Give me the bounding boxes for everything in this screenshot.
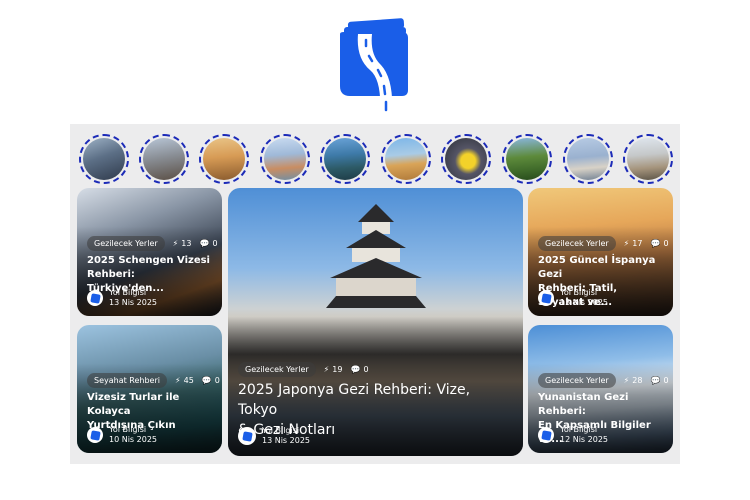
bolt-icon: ⚡ — [323, 365, 330, 374]
author-avatar — [87, 427, 103, 443]
harbor-story[interactable] — [260, 134, 310, 184]
book-road-logo-icon — [340, 18, 408, 114]
comment-icon: 💬 — [201, 376, 212, 385]
likes-count: ⚡ 13 — [172, 239, 192, 248]
author-name[interactable]: Yol Bilgisi — [560, 288, 608, 298]
article-card-japan[interactable]: Gezilecek Yerler ⚡ 19 💬 0 2025 Japonya Gez… — [228, 188, 523, 456]
category-tag[interactable]: Gezilecek Yerler — [238, 362, 316, 377]
author-avatar — [538, 427, 554, 443]
post-date: 13 Nis 2025 — [262, 436, 310, 445]
post-date: 12 Nis 2025 — [560, 435, 608, 444]
author-avatar — [87, 290, 103, 306]
city-story[interactable] — [139, 134, 189, 184]
post-date: 13 Nis 2025 — [560, 298, 608, 307]
article-card-greece[interactable]: Gezilecek Yerler ⚡ 28 💬 0 Yunanistan Gezi … — [528, 325, 673, 453]
post-date: 10 Nis 2025 — [109, 435, 157, 444]
author-name[interactable]: Yol Bilgisi — [262, 426, 310, 436]
category-tag[interactable]: Gezilecek Yerler — [538, 373, 616, 388]
likes-count: ⚡ 28 — [623, 376, 643, 385]
article-card-visa-free[interactable]: Seyahat Rehberi ⚡ 45 💬 0 Vizesiz Turlar il… — [77, 325, 222, 453]
comments-count: 💬 0 — [650, 239, 669, 248]
bolt-icon: ⚡ — [623, 376, 630, 385]
church-story[interactable] — [623, 134, 673, 184]
likes-count: ⚡ 17 — [623, 239, 643, 248]
comments-count: 💬 0 — [201, 376, 220, 385]
island-story[interactable] — [502, 134, 552, 184]
category-tag[interactable]: Seyahat Rehberi — [87, 373, 167, 388]
airport-story[interactable] — [79, 134, 129, 184]
article-card-schengen[interactable]: Gezilecek Yerler ⚡ 13 💬 0 2025 Schengen Vi… — [77, 188, 222, 316]
coast-story[interactable] — [320, 134, 370, 184]
author-avatar — [538, 290, 554, 306]
category-tag[interactable]: Gezilecek Yerler — [87, 236, 165, 251]
bolt-icon: ⚡ — [172, 239, 179, 248]
pyramids-story[interactable] — [381, 134, 431, 184]
comments-count: 💬 0 — [350, 365, 369, 374]
likes-count: ⚡ 45 — [175, 376, 194, 385]
comments-count: 💬 0 — [650, 376, 669, 385]
bolt-icon: ⚡ — [623, 239, 630, 248]
likes-count: ⚡ 19 — [323, 365, 343, 374]
category-tag[interactable]: Gezilecek Yerler — [538, 236, 616, 251]
author-name[interactable]: Yol Bilgisi — [560, 425, 608, 435]
comments-count: 💬 0 — [199, 239, 218, 248]
author-name[interactable]: Yol Bilgisi — [109, 425, 157, 435]
mosque-story[interactable] — [563, 134, 613, 184]
taxi-story[interactable] — [441, 134, 491, 184]
comment-icon: 💬 — [350, 365, 361, 374]
post-date: 13 Nis 2025 — [109, 298, 157, 307]
comment-icon: 💬 — [199, 239, 210, 248]
cathedral-story[interactable] — [199, 134, 249, 184]
comment-icon: 💬 — [650, 376, 661, 385]
author-avatar — [238, 427, 256, 445]
article-card-spain[interactable]: Gezilecek Yerler ⚡ 17 💬 0 2025 Güncel İspa… — [528, 188, 673, 316]
comment-icon: 💬 — [650, 239, 661, 248]
author-name[interactable]: Yol Bilgisi — [109, 288, 157, 298]
bolt-icon: ⚡ — [175, 376, 181, 385]
